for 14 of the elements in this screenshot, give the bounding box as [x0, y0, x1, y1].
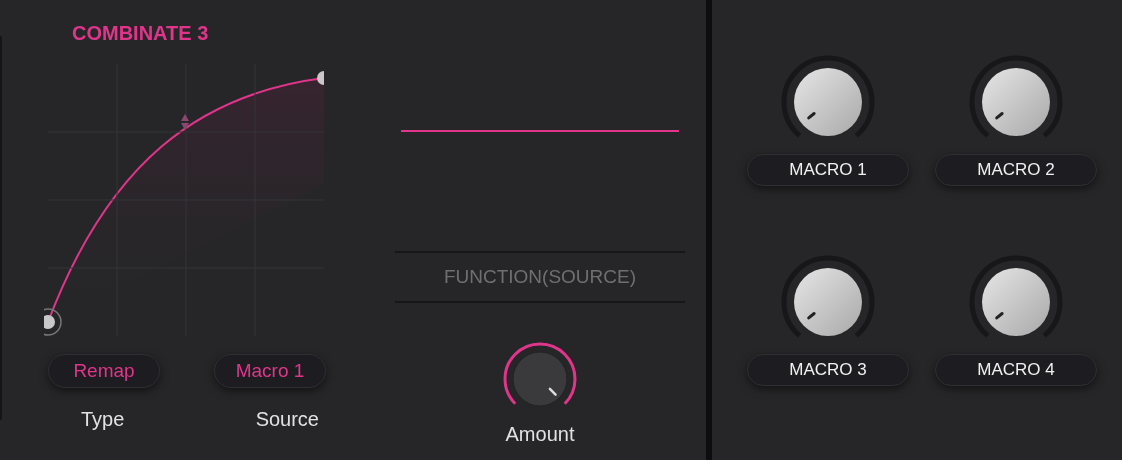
amount-label: Amount [505, 423, 575, 446]
curve-bend-handle[interactable] [181, 114, 189, 130]
function-display: FUNCTION(SOURCE) [395, 251, 685, 303]
macro-name-button[interactable]: MACRO 3 [747, 354, 909, 386]
curve-start-point[interactable] [44, 308, 62, 336]
macro-name-button[interactable]: MACRO 1 [747, 154, 909, 186]
macro-name-button[interactable]: MACRO 2 [935, 154, 1097, 186]
macro-name-button[interactable]: MACRO 4 [935, 354, 1097, 386]
curve-end-point[interactable] [317, 71, 324, 85]
type-label: Type [81, 408, 125, 431]
module-title: COMBINATE 3 [72, 22, 210, 46]
type-dropdown[interactable]: Remap [48, 354, 160, 388]
source-dropdown[interactable]: Macro 1 [214, 354, 326, 388]
source-label: Source [255, 408, 319, 431]
